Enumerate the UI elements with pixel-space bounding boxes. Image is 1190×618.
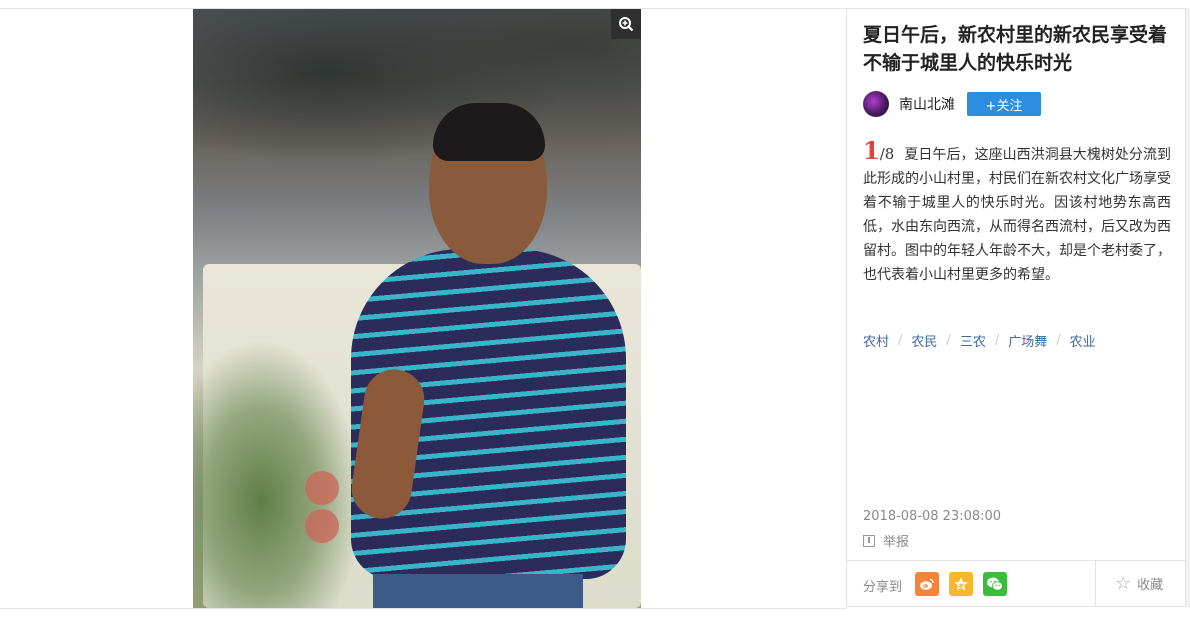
zoom-in-icon: [619, 17, 634, 32]
share-weibo-button[interactable]: [915, 572, 939, 596]
photo-plant: [193, 339, 363, 608]
photo-jeans: [373, 574, 583, 608]
share-qzone-button[interactable]: [949, 572, 973, 596]
tag-list: 农村 / 农民 / 三农 / 广场舞 / 农业: [863, 331, 1096, 350]
author-row: 南山北滩 +关注: [863, 91, 1041, 117]
tag-link[interactable]: 农民: [911, 331, 937, 350]
photo-red-decoration: [305, 471, 339, 505]
publish-time: 2018-08-08 23:08:00: [863, 509, 1002, 524]
article-side-panel: 夏日午后，新农村里的新农民享受着不输于城里人的快乐时光 南山北滩 +关注 1/8…: [846, 8, 1186, 607]
star-outline-icon: ☆: [1115, 572, 1132, 594]
tag-separator: /: [994, 333, 1000, 348]
share-label: 分享到: [863, 580, 903, 595]
share-bar: 分享到 ☆ 收藏: [847, 560, 1185, 607]
tag-link[interactable]: 三农: [960, 331, 986, 350]
article-photo[interactable]: [193, 9, 641, 608]
author-avatar[interactable]: [863, 91, 889, 117]
tag-link[interactable]: 广场舞: [1008, 331, 1047, 350]
weibo-icon: [920, 578, 934, 590]
page-total: /8: [879, 145, 895, 163]
tag-separator: /: [946, 333, 951, 348]
photo-hair: [433, 103, 545, 161]
wechat-icon: [987, 577, 1003, 591]
photo-background-trees: [193, 9, 641, 189]
follow-button[interactable]: +关注: [967, 92, 1041, 116]
tag-link[interactable]: 农村: [863, 331, 889, 350]
favorite-label: 收藏: [1137, 578, 1164, 593]
page-current: 1: [863, 136, 880, 165]
qzone-star-icon: [954, 577, 968, 591]
photo-red-decoration: [305, 509, 339, 543]
report-icon: [863, 534, 875, 547]
author-name[interactable]: 南山北滩: [899, 94, 955, 114]
image-viewer: [0, 8, 846, 609]
report-link[interactable]: 举报: [863, 531, 909, 550]
page-scroll-edge: [1186, 8, 1190, 607]
tag-link[interactable]: 农业: [1070, 331, 1096, 350]
photo-description: 1/8 夏日午后，这座山西洪洞县大槐树处分流到此形成的小山村里，村民们在新农村文化…: [863, 139, 1171, 287]
report-label: 举报: [883, 535, 910, 550]
description-text: 夏日午后，这座山西洪洞县大槐树处分流到此形成的小山村里，村民们在新农村文化广场享…: [863, 147, 1171, 283]
share-wechat-button[interactable]: [983, 572, 1007, 596]
share-bar-divider: [1095, 561, 1096, 607]
article-title: 夏日午后，新农村里的新农民享受着不输于城里人的快乐时光: [863, 24, 1168, 74]
favorite-button[interactable]: ☆ 收藏: [1115, 574, 1163, 593]
tag-separator: /: [1056, 333, 1061, 348]
zoom-in-button[interactable]: [611, 9, 641, 39]
tag-separator: /: [898, 333, 903, 348]
